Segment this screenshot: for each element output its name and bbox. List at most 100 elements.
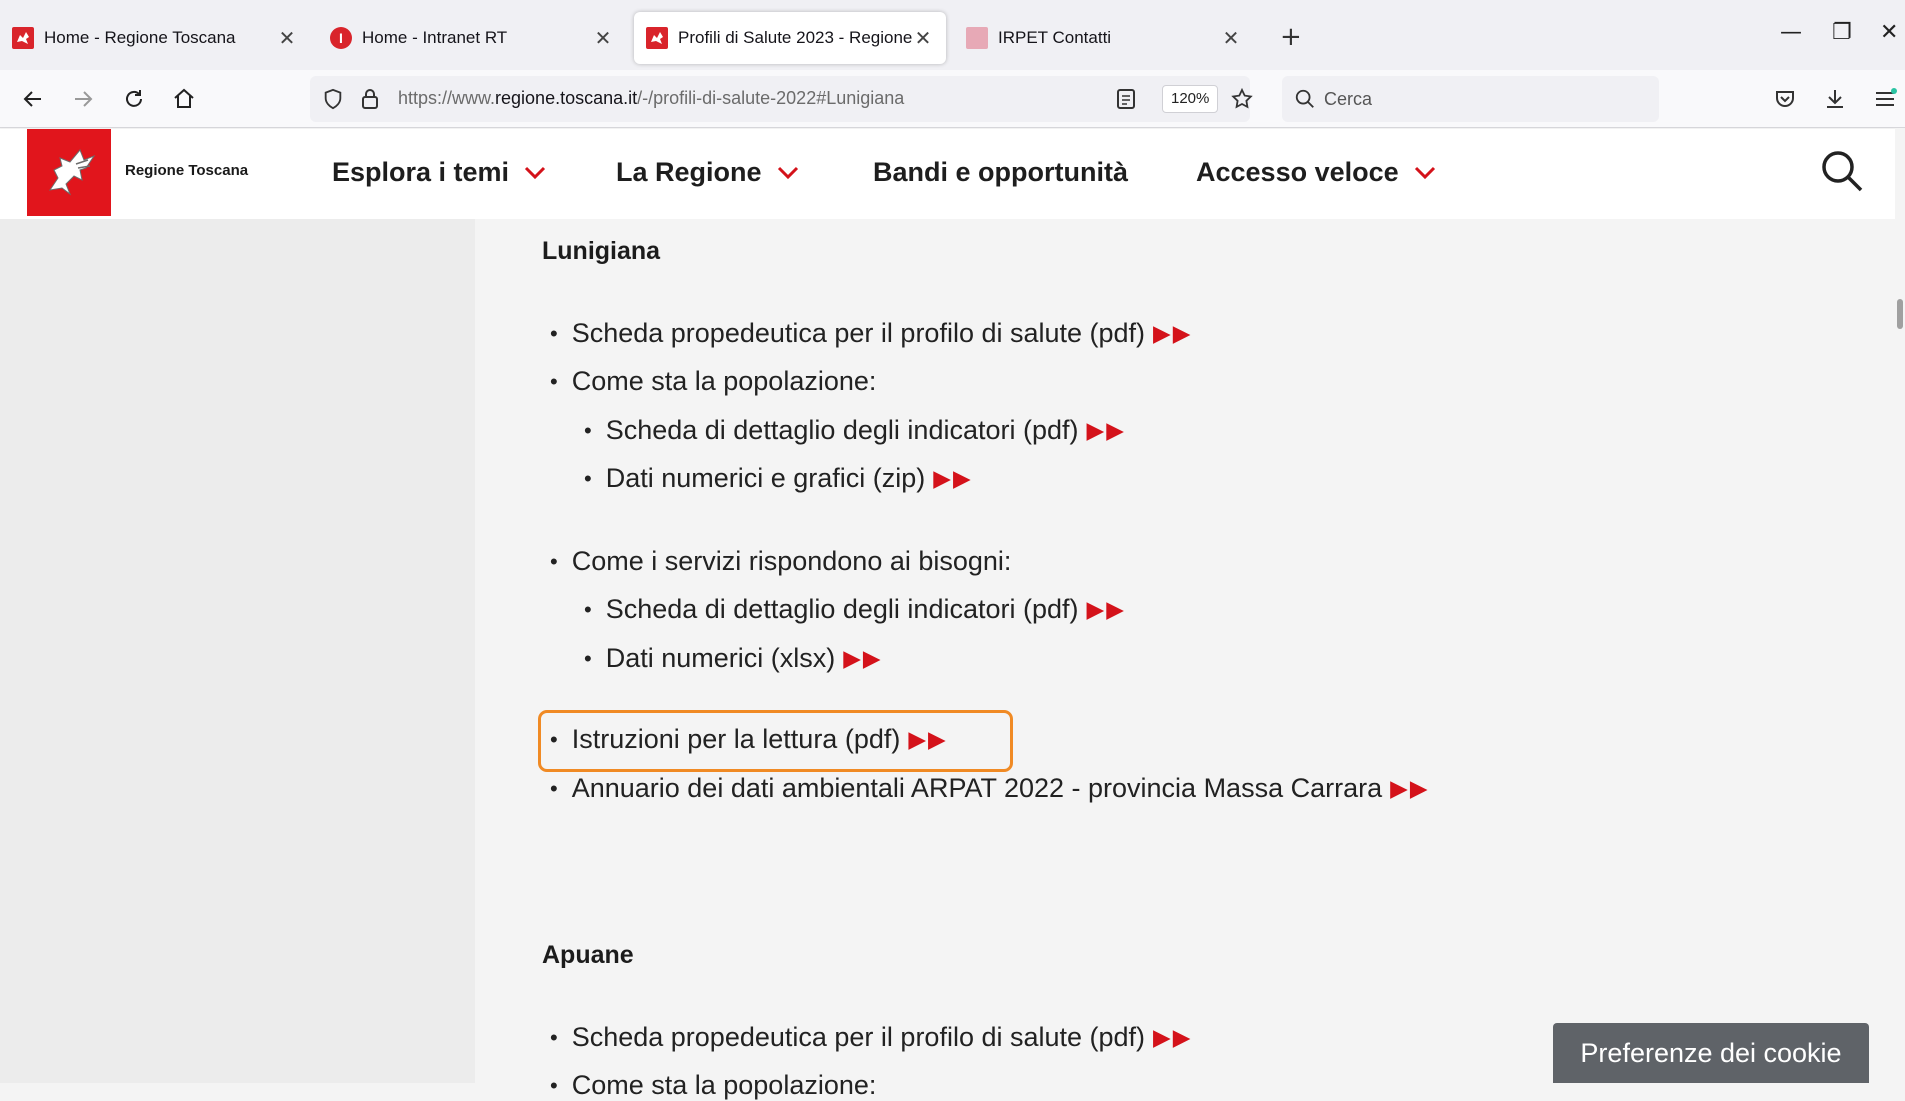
- menu-bandi-e-opportunita[interactable]: Bandi e opportunità: [873, 157, 1128, 188]
- link-text[interactable]: Scheda propedeutica per il profilo di sa…: [572, 1022, 1145, 1053]
- bullet: •: [550, 1024, 558, 1050]
- bullet: •: [550, 548, 558, 574]
- close-window-button[interactable]: ✕: [1880, 20, 1898, 45]
- cookie-preferences-button[interactable]: Preferenze dei cookie: [1553, 1023, 1869, 1083]
- list-item: • Come sta la popolazione:: [550, 1070, 876, 1101]
- close-tab-icon[interactable]: ✕: [1220, 26, 1242, 51]
- menu-label: La Regione: [616, 157, 762, 187]
- link-text[interactable]: Scheda di dettaglio degli indicatori (pd…: [606, 415, 1079, 446]
- tab-profili-di-salute[interactable]: Profili di Salute 2023 - Regione Toscana…: [634, 12, 946, 64]
- arrow-link-icon[interactable]: ▶▶: [1087, 596, 1126, 623]
- irpet-favicon-icon: [966, 27, 988, 49]
- tab-title: Profili di Salute 2023 - Regione Toscana: [678, 28, 912, 47]
- link-text[interactable]: Annuario dei dati ambientali ARPAT 2022 …: [572, 773, 1382, 804]
- bullet: •: [550, 320, 558, 346]
- arrow-link-icon[interactable]: ▶▶: [908, 726, 947, 753]
- search-input[interactable]: [1324, 84, 1644, 114]
- url-text[interactable]: https://www.regione.toscana.it/-/profili…: [398, 88, 904, 109]
- new-tab-button[interactable]: +: [1280, 24, 1302, 50]
- tab-title: Home - Intranet RT: [362, 28, 508, 47]
- list-item[interactable]: • Dati numerici (xlsx) ▶▶: [584, 643, 883, 674]
- downloads-button[interactable]: [1818, 82, 1852, 116]
- reader-view-icon[interactable]: [1116, 88, 1136, 110]
- list-item[interactable]: • Scheda di dettaglio degli indicatori (…: [584, 415, 1126, 446]
- search-icon: [1295, 89, 1314, 108]
- scrollbar-thumb[interactable]: [1897, 299, 1903, 329]
- menu-la-regione[interactable]: La Regione: [616, 157, 800, 188]
- reload-icon: [126, 90, 142, 107]
- menu-label: Accesso veloce: [1196, 157, 1399, 187]
- tab-title: IRPET Contatti: [998, 28, 1112, 47]
- list-item[interactable]: • Scheda propedeutica per il profilo di …: [550, 318, 1192, 349]
- list-item[interactable]: • Dati numerici e grafici (zip) ▶▶: [584, 463, 973, 494]
- section-title-lunigiana: Lunigiana: [542, 237, 661, 265]
- zoom-level-indicator[interactable]: 120%: [1162, 85, 1219, 113]
- bullet: •: [550, 368, 558, 394]
- lock-icon[interactable]: [360, 87, 380, 111]
- back-button[interactable]: [16, 82, 50, 116]
- chevron-down-icon: [1414, 166, 1435, 179]
- close-tab-icon[interactable]: ✕: [912, 26, 934, 51]
- link-text[interactable]: Scheda di dettaglio degli indicatori (pd…: [606, 594, 1079, 625]
- pocket-icon: [1776, 91, 1794, 107]
- intranet-favicon-icon: I: [330, 27, 352, 49]
- menu-accesso-veloce[interactable]: Accesso veloce: [1196, 157, 1437, 188]
- url-domain: regione.toscana.it: [495, 88, 638, 108]
- download-icon: [1827, 90, 1843, 108]
- chevron-down-icon: [777, 166, 798, 179]
- forward-arrow-icon: [75, 91, 93, 107]
- logo-text[interactable]: Regione Toscana: [125, 162, 248, 179]
- home-button[interactable]: [167, 82, 201, 116]
- left-sidebar-area: [0, 219, 475, 1083]
- arrow-link-icon[interactable]: ▶▶: [1390, 775, 1429, 802]
- list-item[interactable]: • Scheda di dettaglio degli indicatori (…: [584, 594, 1126, 625]
- app-menu-button[interactable]: [1868, 82, 1902, 116]
- tab-home-regione-toscana[interactable]: Home - Regione Toscana ✕: [0, 12, 310, 64]
- shield-icon[interactable]: [322, 88, 344, 110]
- list-item[interactable]: • Scheda propedeutica per il profilo di …: [550, 1022, 1192, 1053]
- close-tab-icon[interactable]: ✕: [276, 26, 298, 51]
- close-tab-icon[interactable]: ✕: [592, 26, 614, 51]
- list-text: Come i servizi rispondono ai bisogni:: [571, 546, 1012, 576]
- bullet: •: [550, 726, 558, 752]
- bookmark-star-icon[interactable]: [1230, 87, 1254, 111]
- list-text: Come sta la popolazione:: [571, 366, 877, 396]
- bullet: •: [550, 775, 558, 801]
- list-text: Come sta la popolazione:: [571, 1070, 877, 1100]
- restore-window-button[interactable]: ❐: [1832, 20, 1852, 45]
- site-search-icon[interactable]: [1818, 147, 1866, 195]
- url-prefix: https://www.: [398, 88, 496, 108]
- list-item: • Come sta la popolazione:: [550, 366, 876, 397]
- menu-esplora-i-temi[interactable]: Esplora i temi: [332, 157, 547, 188]
- link-text[interactable]: Dati numerici e grafici (zip): [606, 463, 926, 494]
- forward-button[interactable]: [66, 82, 100, 116]
- url-path: /-/profili-di-salute-2022#Lunigiana: [637, 88, 905, 108]
- arrow-link-icon[interactable]: ▶▶: [933, 465, 972, 492]
- regione-toscana-favicon-icon: [646, 27, 668, 49]
- tab-home-intranet-rt[interactable]: I Home - Intranet RT ✕: [318, 12, 626, 64]
- page-scrollbar[interactable]: [1895, 129, 1905, 1083]
- browser-search-bar[interactable]: [1282, 76, 1659, 122]
- bullet: •: [550, 1072, 558, 1098]
- menu-label: Esplora i temi: [332, 157, 510, 187]
- site-header: Regione Toscana Esplora i temi La Region…: [0, 129, 1895, 219]
- arrow-link-icon[interactable]: ▶▶: [1153, 320, 1192, 347]
- regione-toscana-logo[interactable]: [27, 129, 111, 216]
- reload-button[interactable]: [117, 82, 151, 116]
- tab-irpet-contatti[interactable]: IRPET Contatti ✕: [954, 12, 1254, 64]
- link-text[interactable]: Dati numerici (xlsx): [606, 643, 836, 674]
- address-bar[interactable]: https://www.regione.toscana.it/-/profili…: [310, 76, 1253, 122]
- list-item[interactable]: • Annuario dei dati ambientali ARPAT 202…: [550, 773, 1430, 804]
- arrow-link-icon[interactable]: ▶▶: [1153, 1024, 1192, 1051]
- pocket-button[interactable]: [1768, 82, 1802, 116]
- regione-toscana-favicon-icon: [12, 27, 34, 49]
- minimize-window-button[interactable]: —: [1780, 20, 1802, 45]
- chevron-down-icon: [525, 166, 546, 179]
- link-text[interactable]: Scheda propedeutica per il profilo di sa…: [572, 318, 1145, 349]
- browser-navigation-bar: https://www.regione.toscana.it/-/profili…: [0, 70, 1905, 128]
- arrow-link-icon[interactable]: ▶▶: [1087, 417, 1126, 444]
- link-text[interactable]: Istruzioni per la lettura (pdf): [572, 724, 901, 755]
- bullet: •: [584, 465, 592, 491]
- arrow-link-icon[interactable]: ▶▶: [843, 645, 882, 672]
- list-item[interactable]: • Istruzioni per la lettura (pdf) ▶▶: [550, 724, 948, 755]
